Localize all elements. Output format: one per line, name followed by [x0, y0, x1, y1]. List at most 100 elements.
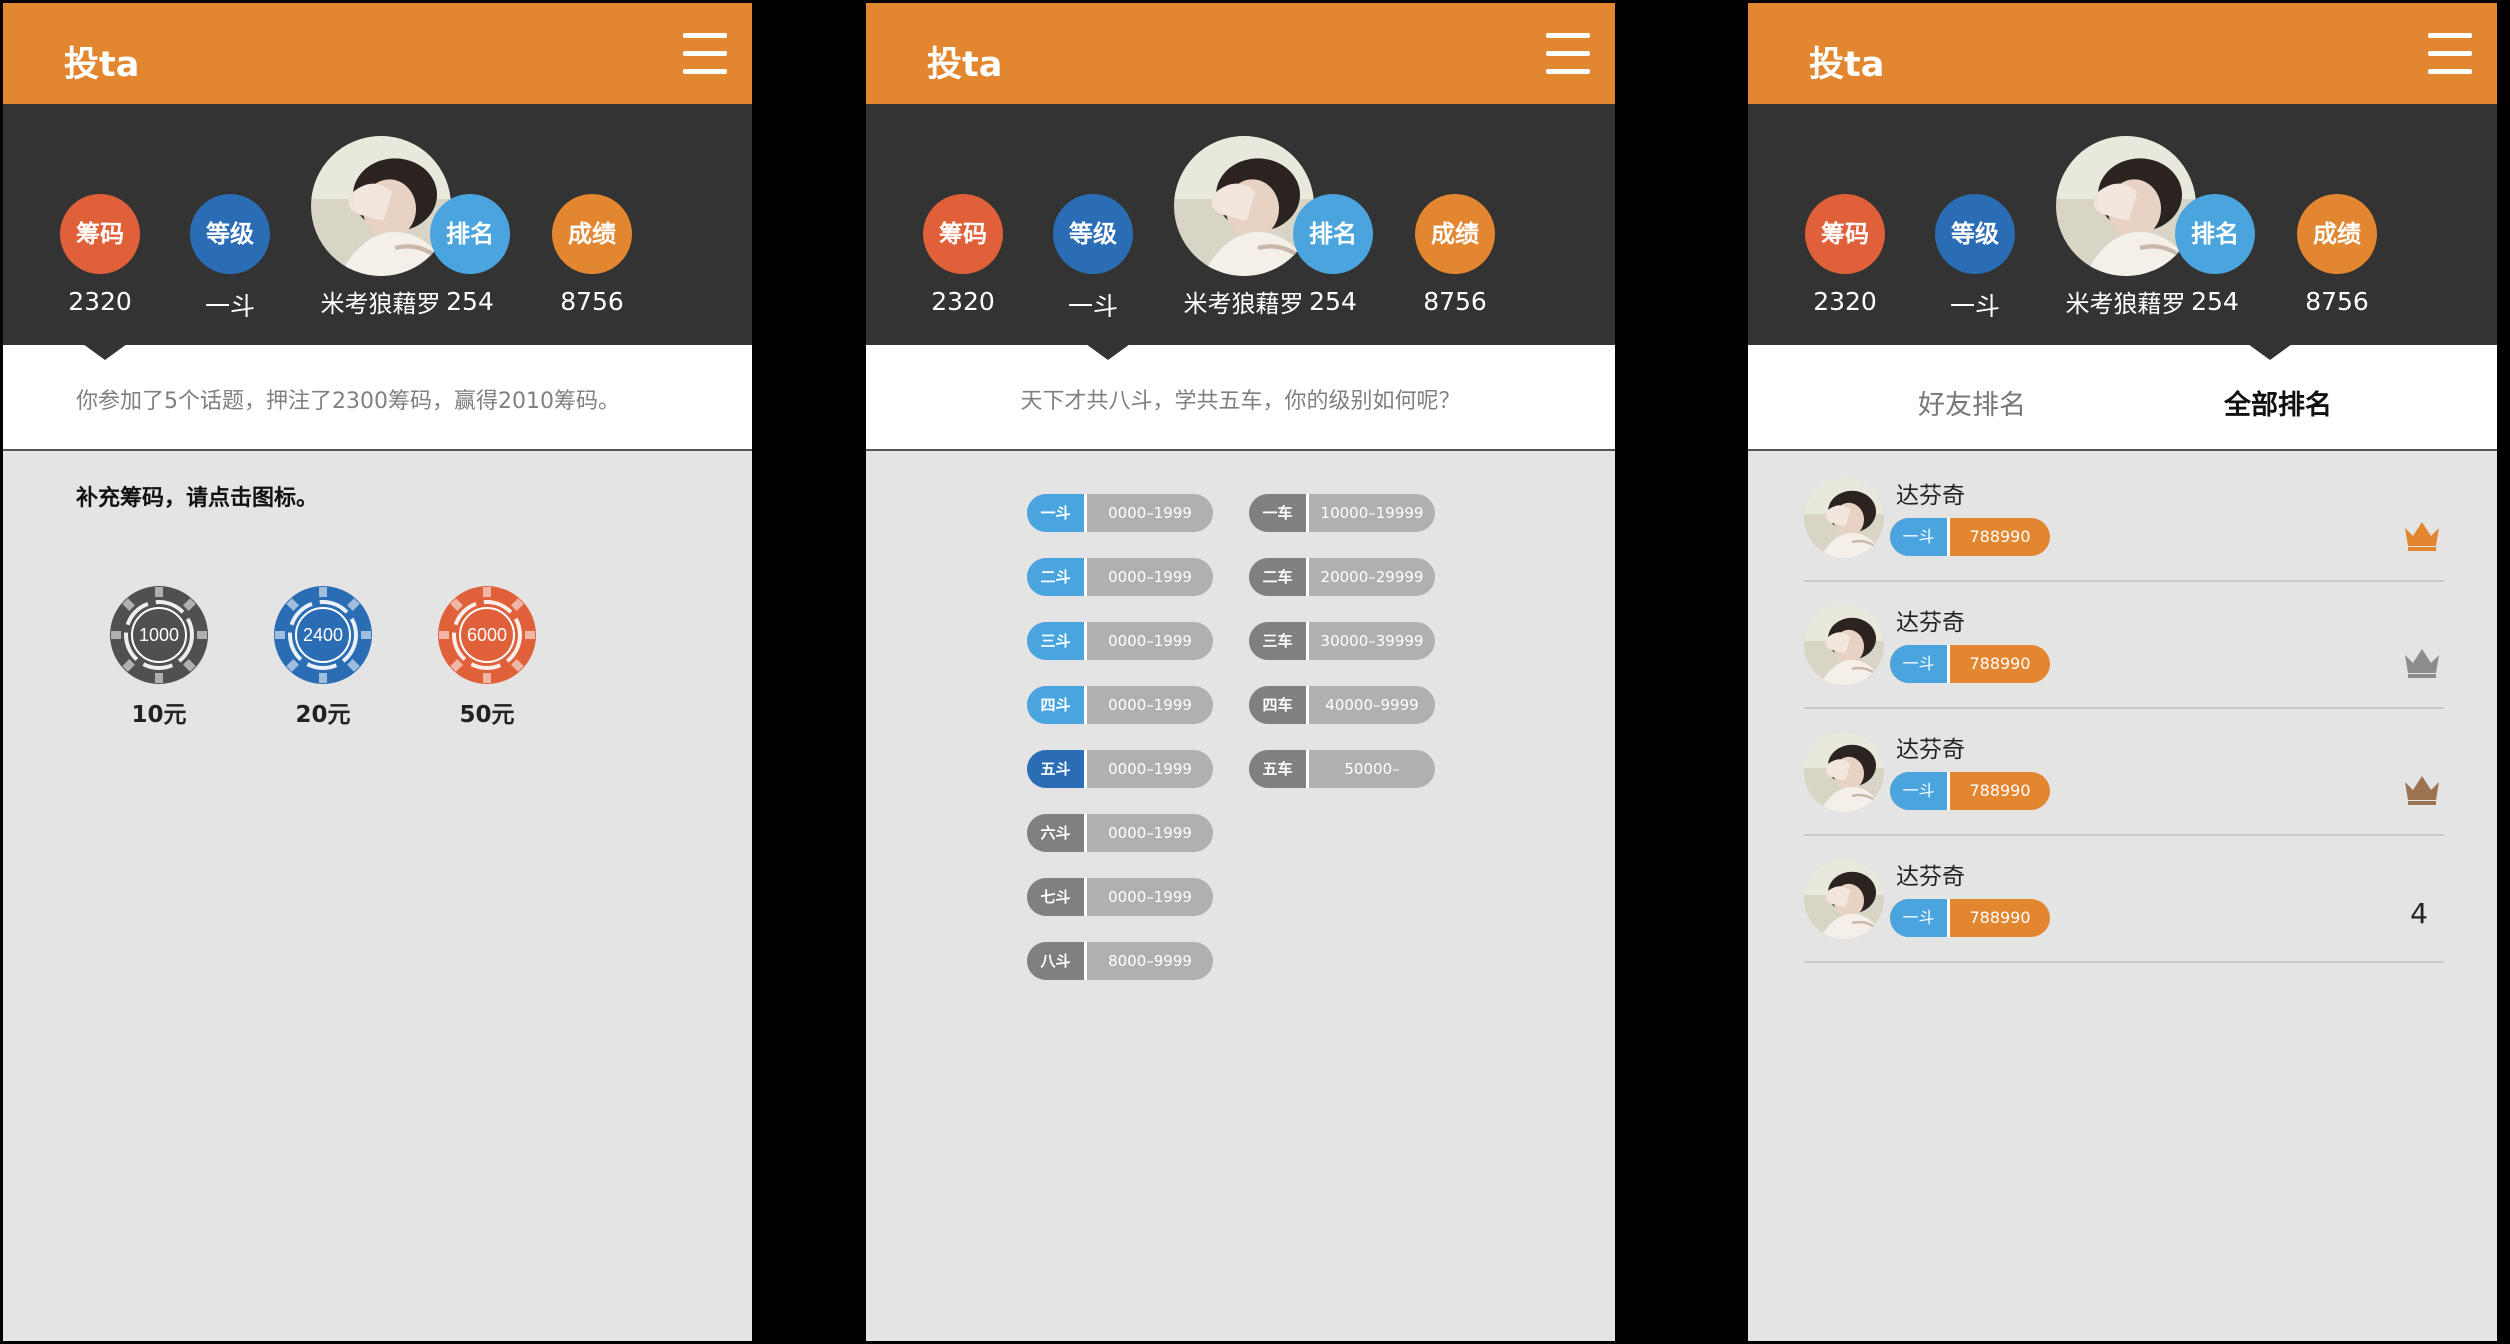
level-range-pill: 三斗 0000–1999 [1027, 622, 1213, 660]
level-range: 40000–9999 [1325, 696, 1419, 714]
score-value: 8756 [560, 287, 624, 316]
player-name: 达芬奇 [1896, 483, 1965, 509]
player-chips: 788990 [1969, 527, 2031, 546]
level-badge: 等级 [1935, 194, 2015, 274]
level-label: 一斗 [1027, 494, 1087, 532]
level-range: 0000–1999 [1108, 760, 1192, 778]
stat-rank[interactable]: 排名 254 [1268, 194, 1398, 316]
level-range: 0000–1999 [1108, 824, 1192, 842]
level-label: 三斗 [1027, 622, 1087, 660]
level-value: 一斗 [1067, 292, 1118, 321]
menu-icon[interactable] [2428, 33, 2472, 75]
notch-pointer [2248, 344, 2292, 360]
level-range: 0000–1999 [1108, 696, 1192, 714]
player-level: 一斗 [1890, 645, 1950, 683]
level-label: 六斗 [1027, 814, 1087, 852]
chip-amount: 2400 [303, 625, 343, 645]
level-range: 0000–1999 [1108, 888, 1192, 906]
chips-badge: 筹码 [923, 194, 1003, 274]
level-label: 五斗 [1027, 750, 1087, 788]
player-level: 一斗 [1890, 899, 1950, 937]
stat-rank[interactable]: 排名 254 [405, 194, 535, 316]
level-range-pill: 五斗 0000–1999 [1027, 750, 1213, 788]
app-title: 投ta [1809, 45, 1885, 85]
player-chips: 788990 [1969, 654, 2031, 673]
summary-strip: 你参加了5个话题，押注了2300筹码，赢得2010筹码。 [3, 344, 752, 451]
stat-chips[interactable]: 筹码 2320 [35, 194, 165, 316]
level-value: 一斗 [204, 292, 255, 321]
player-chips: 788990 [1969, 781, 2031, 800]
stat-level[interactable]: 等级 一斗 [1028, 194, 1158, 323]
player-chips: 788990 [1969, 908, 2031, 927]
player-name: 达芬奇 [1896, 864, 1965, 890]
level-range-pill: 二车 20000–29999 [1249, 558, 1435, 596]
level-value: 一斗 [1949, 292, 2000, 321]
level-range-pill: 四斗 0000–1999 [1027, 686, 1213, 724]
stat-level[interactable]: 等级 一斗 [1910, 194, 2040, 323]
chip-price: 50元 [459, 702, 515, 728]
avatar [1804, 732, 1884, 812]
notch-pointer [83, 344, 127, 360]
level-label: 三车 [1249, 622, 1309, 660]
rank-value: 254 [446, 287, 494, 316]
player-level-chips: 一斗 788990 [1890, 518, 2050, 556]
level-range: 0000–1999 [1108, 504, 1192, 522]
player-level-chips: 一斗 788990 [1890, 772, 2050, 810]
chip-purchase-button[interactable]: 2400 20元 [271, 585, 375, 729]
top-bar: 投ta [866, 3, 1615, 104]
chips-badge: 筹码 [1805, 194, 1885, 274]
stat-chips[interactable]: 筹码 2320 [1780, 194, 1910, 316]
level-range-pill: 三车 30000–39999 [1249, 622, 1435, 660]
ranking-row[interactable]: 达芬奇一斗 788990 4 [1804, 835, 2444, 963]
level-label: 四车 [1249, 686, 1309, 724]
rank-badge: 排名 [2175, 194, 2255, 274]
avatar [1804, 859, 1884, 939]
recharge-prompt: 补充筹码，请点击图标。 [76, 486, 319, 511]
level-label: 二车 [1249, 558, 1309, 596]
stat-score[interactable]: 成绩 8756 [1390, 194, 1520, 316]
avatar [1804, 605, 1884, 685]
chip-amount: 6000 [467, 625, 507, 645]
chip-purchase-button[interactable]: 6000 50元 [435, 585, 539, 729]
score-badge: 成绩 [1415, 194, 1495, 274]
rank-badge: 排名 [1293, 194, 1373, 274]
stat-rank[interactable]: 排名 254 [2150, 194, 2280, 316]
chips-value: 2320 [1813, 287, 1877, 316]
app-title: 投ta [927, 45, 1003, 85]
level-range-pill: 一斗 0000–1999 [1027, 494, 1213, 532]
poker-chip-icon: 2400 [274, 586, 372, 684]
chip-purchase-button[interactable]: 1000 10元 [107, 585, 211, 729]
profile-header: 筹码 2320 等级 一斗 米考狼藉罗 排名 254 成绩 8756 [3, 104, 752, 345]
ranking-row[interactable]: 达芬奇 一斗 788990 [1804, 708, 2444, 836]
level-range: 0000–1999 [1108, 632, 1192, 650]
screen-levels: 投ta 筹码 2320 等级 一斗 米考狼藉罗 排名 254 成绩 8756 天… [866, 3, 1615, 1341]
score-badge: 成绩 [552, 194, 632, 274]
tab-all-ranking[interactable]: 全部排名 [2224, 383, 2332, 422]
stat-score[interactable]: 成绩 8756 [2272, 194, 2402, 316]
score-value: 8756 [1423, 287, 1487, 316]
summary-text: 你参加了5个话题，押注了2300筹码，赢得2010筹码。 [76, 389, 620, 414]
level-badge: 等级 [1053, 194, 1133, 274]
level-range: 0000–1999 [1108, 568, 1192, 586]
rank-badge: 排名 [430, 194, 510, 274]
level-range-pill: 一车 10000–19999 [1249, 494, 1435, 532]
level-badge: 等级 [190, 194, 270, 274]
chips-value: 2320 [931, 287, 995, 316]
ranking-row[interactable]: 达芬奇一斗 788990 [1804, 454, 2444, 582]
ranking-row[interactable]: 达芬奇一斗 788990 [1804, 581, 2444, 709]
player-name: 达芬奇 [1896, 610, 1965, 636]
avatar [1804, 478, 1884, 558]
stat-level[interactable]: 等级 一斗 [165, 194, 295, 323]
level-label: 二斗 [1027, 558, 1087, 596]
rank-number: 4 [2410, 897, 2428, 930]
menu-icon[interactable] [683, 33, 727, 75]
crown-bronze-icon [2405, 776, 2439, 805]
notch-pointer [1086, 344, 1130, 360]
top-bar: 投ta [1748, 3, 2497, 104]
tab-friends-ranking[interactable]: 好友排名 [1918, 383, 2026, 422]
level-range: 30000–39999 [1320, 632, 1424, 650]
menu-icon[interactable] [1546, 33, 1590, 75]
stat-chips[interactable]: 筹码 2320 [898, 194, 1028, 316]
poker-chip-icon: 6000 [438, 586, 536, 684]
stat-score[interactable]: 成绩 8756 [527, 194, 657, 316]
